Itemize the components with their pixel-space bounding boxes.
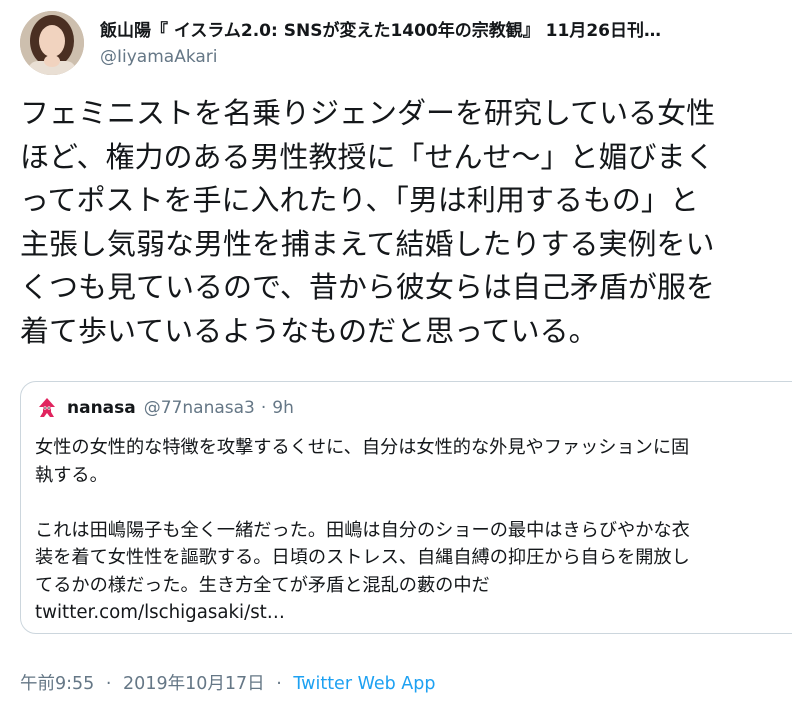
quoted-tweet-header: nanasa @77nanasa3 · 9h [35, 396, 294, 420]
quoted-author-name[interactable]: nanasa [67, 396, 136, 420]
quoted-tweet-link[interactable]: twitter.com/lschigasaki/st… [35, 599, 792, 627]
author-handle[interactable]: @IiyamaAkari [100, 45, 780, 69]
author-display-name[interactable]: 飯山陽『 イスラム2.0: SNSが変えた1400年の宗教観』 11月26日刊… [100, 20, 780, 42]
tweet-source-app[interactable]: Twitter Web App [293, 674, 435, 694]
meta-separator: · [105, 674, 112, 694]
tweet-text: フェミニストを名乗りジェンダーを研究している女性 ほど、権力のある男性教授に「せ… [20, 96, 716, 348]
meta-separator-2: · [276, 674, 282, 694]
tweet-date[interactable]: 2019年10月17日 [123, 674, 265, 694]
tweet-time[interactable]: 午前9:55 [20, 674, 94, 694]
quoted-tweet-paragraph-1: 女性の女性的な特徴を攻撃するくせに、自分は女性的な外見やファッションに固 執する… [35, 437, 690, 486]
author-block: 飯山陽『 イスラム2.0: SNSが変えた1400年の宗教観』 11月26日刊…… [100, 20, 780, 69]
quoted-tweet[interactable]: nanasa @77nanasa3 · 9h 女性の女性的な特徴を攻撃するくせに… [20, 381, 792, 634]
quoted-author-handle[interactable]: @77nanasa3 [144, 396, 255, 420]
quoted-tweet-time[interactable]: 9h [272, 396, 294, 420]
quoted-tweet-body: 女性の女性的な特徴を攻撃するくせに、自分は女性的な外見やファッションに固 執する… [35, 434, 792, 627]
tweet-metadata: 午前9:55 · 2019年10月17日 · Twitter Web App [20, 670, 435, 698]
squid-icon [39, 398, 55, 417]
quoted-author-avatar[interactable] [35, 396, 59, 420]
quoted-tweet-paragraph-2: これは田嶋陽子も全く一緒だった。田嶋は自分のショーの最中はきらびやかな衣 装を着… [35, 519, 690, 596]
quoted-header-separator: · [260, 398, 267, 418]
profile-photo-icon [20, 11, 84, 75]
author-avatar[interactable] [20, 11, 84, 75]
